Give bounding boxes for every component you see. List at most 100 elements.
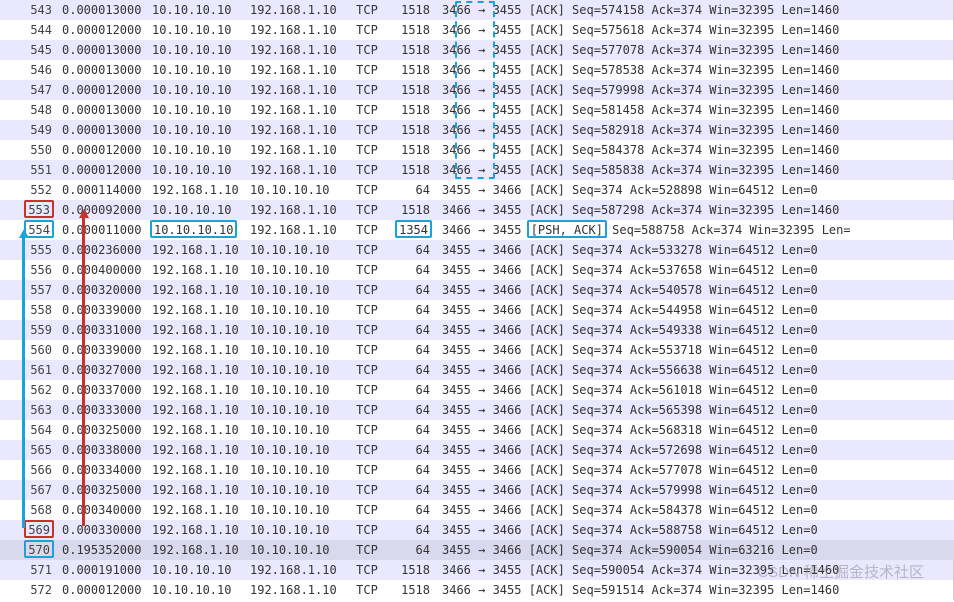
packet-info: 3466 → 3455 [ACK] Seq=590054 Ack=374 Win…: [434, 560, 954, 580]
packet-info: 3466 → 3455 [ACK] Seq=575618 Ack=374 Win…: [434, 20, 954, 40]
packet-time: 0.000013000: [56, 60, 148, 80]
packet-time: 0.000236000: [56, 240, 148, 260]
packet-source: 192.168.1.10: [148, 260, 246, 280]
packet-info: 3466 → 3455 [ACK] Seq=585838 Ack=374 Win…: [434, 160, 954, 180]
table-row[interactable]: 5540.00001100010.10.10.10192.168.1.10TCP…: [0, 220, 954, 240]
packet-time: 0.195352000: [56, 540, 148, 560]
packet-dest: 192.168.1.10: [246, 140, 344, 160]
packet-info: 3455 → 3466 [ACK] Seq=374 Ack=572698 Win…: [434, 440, 954, 460]
packet-protocol: TCP: [344, 160, 386, 180]
packet-dest: 10.10.10.10: [246, 300, 344, 320]
table-row[interactable]: 5570.000320000192.168.1.1010.10.10.10TCP…: [0, 280, 954, 300]
packet-no: 570: [0, 540, 56, 560]
packet-source: 192.168.1.10: [148, 440, 246, 460]
packet-source: 192.168.1.10: [148, 520, 246, 540]
packet-dest: 192.168.1.10: [246, 20, 344, 40]
packet-dest: 10.10.10.10: [246, 460, 344, 480]
packet-no: 546: [0, 60, 56, 80]
table-row[interactable]: 5550.000236000192.168.1.1010.10.10.10TCP…: [0, 240, 954, 260]
packet-length: 1518: [386, 200, 434, 220]
packet-length: 64: [386, 440, 434, 460]
packet-info: 3455 → 3466 [ACK] Seq=374 Ack=549338 Win…: [434, 320, 954, 340]
packet-protocol: TCP: [344, 420, 386, 440]
table-row[interactable]: 5670.000325000192.168.1.1010.10.10.10TCP…: [0, 480, 954, 500]
table-row[interactable]: 5710.00019100010.10.10.10192.168.1.10TCP…: [0, 560, 954, 580]
packet-time: 0.000012000: [56, 160, 148, 180]
table-row[interactable]: 5580.000339000192.168.1.1010.10.10.10TCP…: [0, 300, 954, 320]
packet-dest: 192.168.1.10: [246, 80, 344, 100]
table-row[interactable]: 5720.00001200010.10.10.10192.168.1.10TCP…: [0, 580, 954, 600]
packet-source: 10.10.10.10: [148, 120, 246, 140]
table-row[interactable]: 5430.00001300010.10.10.10192.168.1.10TCP…: [0, 0, 954, 20]
table-row[interactable]: 5500.00001200010.10.10.10192.168.1.10TCP…: [0, 140, 954, 160]
table-row[interactable]: 5460.00001300010.10.10.10192.168.1.10TCP…: [0, 60, 954, 80]
packet-dest: 192.168.1.10: [246, 120, 344, 140]
packet-source: 10.10.10.10: [148, 100, 246, 120]
packet-no: 543: [0, 0, 56, 20]
packet-info: 3455 → 3466 [ACK] Seq=374 Ack=540578 Win…: [434, 280, 954, 300]
packet-length: 64: [386, 280, 434, 300]
packet-no: 552: [0, 180, 56, 200]
table-row[interactable]: 5660.000334000192.168.1.1010.10.10.10TCP…: [0, 460, 954, 480]
packet-time: 0.000012000: [56, 20, 148, 40]
packet-protocol: TCP: [344, 220, 386, 240]
table-row[interactable]: 5450.00001300010.10.10.10192.168.1.10TCP…: [0, 40, 954, 60]
packet-dest: 10.10.10.10: [246, 480, 344, 500]
packet-info: 3455 → 3466 [ACK] Seq=374 Ack=528898 Win…: [434, 180, 954, 200]
packet-time: 0.000327000: [56, 360, 148, 380]
packet-info: 3455 → 3466 [ACK] Seq=374 Ack=537658 Win…: [434, 260, 954, 280]
packet-source: 10.10.10.10: [148, 200, 246, 220]
table-row[interactable]: 5510.00001200010.10.10.10192.168.1.10TCP…: [0, 160, 954, 180]
packet-length: 64: [386, 460, 434, 480]
table-row[interactable]: 5680.000340000192.168.1.1010.10.10.10TCP…: [0, 500, 954, 520]
packet-dest: 10.10.10.10: [246, 240, 344, 260]
packet-time: 0.000338000: [56, 440, 148, 460]
packet-protocol: TCP: [344, 460, 386, 480]
packet-source: 192.168.1.10: [148, 280, 246, 300]
table-row[interactable]: 5600.000339000192.168.1.1010.10.10.10TCP…: [0, 340, 954, 360]
table-row[interactable]: 5640.000325000192.168.1.1010.10.10.10TCP…: [0, 420, 954, 440]
packet-no: 568: [0, 500, 56, 520]
packet-dest: 192.168.1.10: [246, 220, 344, 240]
packet-protocol: TCP: [344, 180, 386, 200]
table-row[interactable]: 5440.00001200010.10.10.10192.168.1.10TCP…: [0, 20, 954, 40]
packet-dest: 10.10.10.10: [246, 440, 344, 460]
table-row[interactable]: 5480.00001300010.10.10.10192.168.1.10TCP…: [0, 100, 954, 120]
packet-protocol: TCP: [344, 120, 386, 140]
packet-length: 64: [386, 540, 434, 560]
packet-no: 553: [0, 200, 56, 220]
table-row[interactable]: 5470.00001200010.10.10.10192.168.1.10TCP…: [0, 80, 954, 100]
packet-source: 192.168.1.10: [148, 360, 246, 380]
packet-protocol: TCP: [344, 480, 386, 500]
packet-info: 3455 → 3466 [ACK] Seq=374 Ack=553718 Win…: [434, 340, 954, 360]
table-row[interactable]: 5490.00001300010.10.10.10192.168.1.10TCP…: [0, 120, 954, 140]
packet-info: 3466 → 3455 [ACK] Seq=582918 Ack=374 Win…: [434, 120, 954, 140]
table-row[interactable]: 5590.000331000192.168.1.1010.10.10.10TCP…: [0, 320, 954, 340]
packet-time: 0.000012000: [56, 80, 148, 100]
table-row[interactable]: 5690.000330000192.168.1.1010.10.10.10TCP…: [0, 520, 954, 540]
table-row[interactable]: 5630.000333000192.168.1.1010.10.10.10TCP…: [0, 400, 954, 420]
packet-protocol: TCP: [344, 360, 386, 380]
packet-time: 0.000325000: [56, 420, 148, 440]
packet-length: 1518: [386, 160, 434, 180]
table-row[interactable]: 5650.000338000192.168.1.1010.10.10.10TCP…: [0, 440, 954, 460]
packet-info: 3466 → 3455 [ACK] Seq=581458 Ack=374 Win…: [434, 100, 954, 120]
packet-dest: 10.10.10.10: [246, 360, 344, 380]
packet-info: 3466 → 3455 [ACK] Seq=577078 Ack=374 Win…: [434, 40, 954, 60]
packet-source: 10.10.10.10: [148, 140, 246, 160]
table-row[interactable]: 5620.000337000192.168.1.1010.10.10.10TCP…: [0, 380, 954, 400]
table-row[interactable]: 5610.000327000192.168.1.1010.10.10.10TCP…: [0, 360, 954, 380]
table-row[interactable]: 5520.000114000192.168.1.1010.10.10.10TCP…: [0, 180, 954, 200]
packet-dest: 192.168.1.10: [246, 100, 344, 120]
packet-source: 192.168.1.10: [148, 540, 246, 560]
table-row[interactable]: 5560.000400000192.168.1.1010.10.10.10TCP…: [0, 260, 954, 280]
table-row[interactable]: 5700.195352000192.168.1.1010.10.10.10TCP…: [0, 540, 954, 560]
packet-info: 3455 → 3466 [ACK] Seq=374 Ack=584378 Win…: [434, 500, 954, 520]
packet-list[interactable]: 5430.00001300010.10.10.10192.168.1.10TCP…: [0, 0, 954, 600]
packet-length: 1518: [386, 560, 434, 580]
arrow-red-icon: [82, 212, 85, 526]
packet-info: 3455 → 3466 [ACK] Seq=374 Ack=561018 Win…: [434, 380, 954, 400]
packet-no: 549: [0, 120, 56, 140]
packet-length: 64: [386, 480, 434, 500]
table-row[interactable]: 5530.00009200010.10.10.10192.168.1.10TCP…: [0, 200, 954, 220]
